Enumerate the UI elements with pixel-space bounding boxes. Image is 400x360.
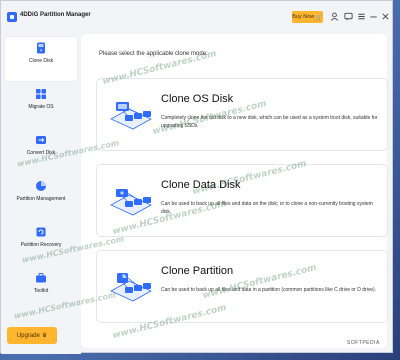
clone-os-disk-icon: [107, 89, 155, 137]
title-bar: 4DDiG Partition Manager Buy Now 🛒: [1, 1, 392, 34]
close-icon[interactable]: [380, 11, 391, 22]
sidebar-item-label: Partition Management: [16, 196, 66, 202]
clone-data-disk-icon: [107, 175, 155, 223]
upgrade-button[interactable]: Upgrade ♛: [7, 327, 57, 344]
convert-disk-icon: [35, 133, 47, 145]
migrate-os-icon: [35, 87, 47, 99]
feedback-icon[interactable]: [343, 11, 354, 22]
buy-now-label: Buy Now: [292, 14, 315, 20]
toolkit-icon: [35, 271, 47, 283]
instruction-text: Please select the applicable clone mode:: [99, 51, 208, 57]
app-window: 4DDiG Partition Manager Buy Now 🛒 Clone …: [0, 0, 393, 354]
cart-icon: 🛒: [315, 14, 323, 21]
clone-os-disk-card[interactable]: Clone OS Disk Completely clone the old d…: [96, 78, 388, 151]
card-title: Clone Partition: [161, 265, 234, 277]
user-icon[interactable]: [329, 11, 340, 22]
clone-partition-card[interactable]: Clone Partition Can be used to back up a…: [96, 250, 388, 323]
sidebar-item-label: Partition Recovery: [20, 242, 62, 248]
sidebar-item-partition-recovery[interactable]: Partition Recovery: [5, 221, 77, 265]
app-title: 4DDiG Partition Manager: [20, 12, 91, 18]
app-logo-icon: [7, 12, 17, 22]
sidebar-item-label: Toolkit: [33, 288, 49, 294]
minimize-icon[interactable]: [368, 11, 379, 22]
main-panel: Please select the applicable clone mode:…: [81, 34, 388, 348]
partition-recovery-icon: [35, 225, 47, 237]
buy-now-button[interactable]: Buy Now 🛒: [292, 11, 323, 23]
sidebar-item-label: Migrate OS: [28, 104, 54, 110]
sidebar-item-toolkit[interactable]: Toolkit: [5, 267, 77, 311]
crown-icon: ♛: [41, 333, 48, 339]
sidebar-item-convert-disk[interactable]: Convert Disk: [5, 129, 77, 173]
card-title: Clone Data Disk: [161, 179, 241, 191]
softpedia-watermark: SOFTPEDIA: [347, 340, 380, 346]
card-description: Can be used to back up all files and dat…: [161, 201, 373, 215]
sidebar-item-label: Convert Disk: [26, 150, 56, 156]
sidebar-item-migrate-os[interactable]: Migrate OS: [5, 83, 77, 127]
menu-icon[interactable]: [356, 11, 367, 22]
sidebar-item-label: Clone Disk: [28, 58, 54, 64]
card-description: Completely clone the old disk to a new d…: [161, 115, 378, 129]
upgrade-label: Upgrade: [16, 332, 40, 339]
partition-management-icon: [35, 179, 47, 191]
sidebar: Clone Disk Migrate OS Convert Disk Parti…: [1, 34, 81, 354]
clone-data-disk-card[interactable]: Clone Data Disk Can be used to back up a…: [96, 164, 388, 237]
clone-disk-icon: [35, 41, 47, 54]
card-description: Can be used to back up all files and dat…: [161, 287, 377, 293]
clone-partition-icon: [107, 261, 155, 309]
card-title: Clone OS Disk: [161, 93, 234, 105]
sidebar-item-partition-management[interactable]: Partition Management: [5, 175, 77, 219]
sidebar-item-clone-disk[interactable]: Clone Disk: [5, 37, 77, 81]
